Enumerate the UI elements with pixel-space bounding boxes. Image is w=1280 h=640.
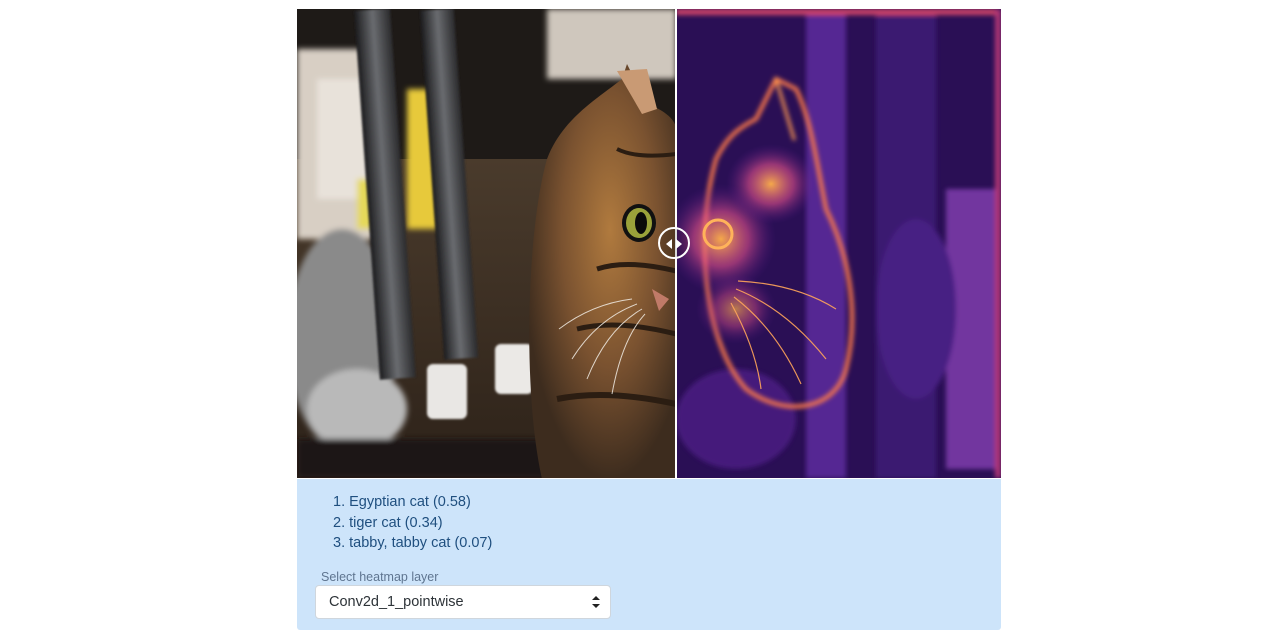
prediction-list: 1. Egyptian cat (0.58) 2. tiger cat (0.3… <box>333 492 492 554</box>
heatmap-layer-label: Select heatmap layer <box>321 570 439 584</box>
original-image <box>297 9 676 478</box>
up-down-caret-icon <box>592 596 600 608</box>
arrow-left-icon <box>666 239 672 249</box>
heatmap-image <box>676 9 1001 478</box>
results-panel: 1. Egyptian cat (0.58) 2. tiger cat (0.3… <box>297 479 1001 630</box>
heatmap-layer-select[interactable]: Conv2d_1_pointwise <box>315 585 611 619</box>
arrow-right-icon <box>676 239 682 249</box>
prediction-item: 1. Egyptian cat (0.58) <box>333 494 471 510</box>
prediction-item: 2. tiger cat (0.34) <box>333 514 443 531</box>
heatmap-layer-value: Conv2d_1_pointwise <box>329 594 464 610</box>
image-comparison-viewer[interactable] <box>297 9 1001 478</box>
prediction-item: 3. tabby, tabby cat (0.07) <box>333 535 493 551</box>
left-right-arrows-icon[interactable] <box>658 227 690 259</box>
